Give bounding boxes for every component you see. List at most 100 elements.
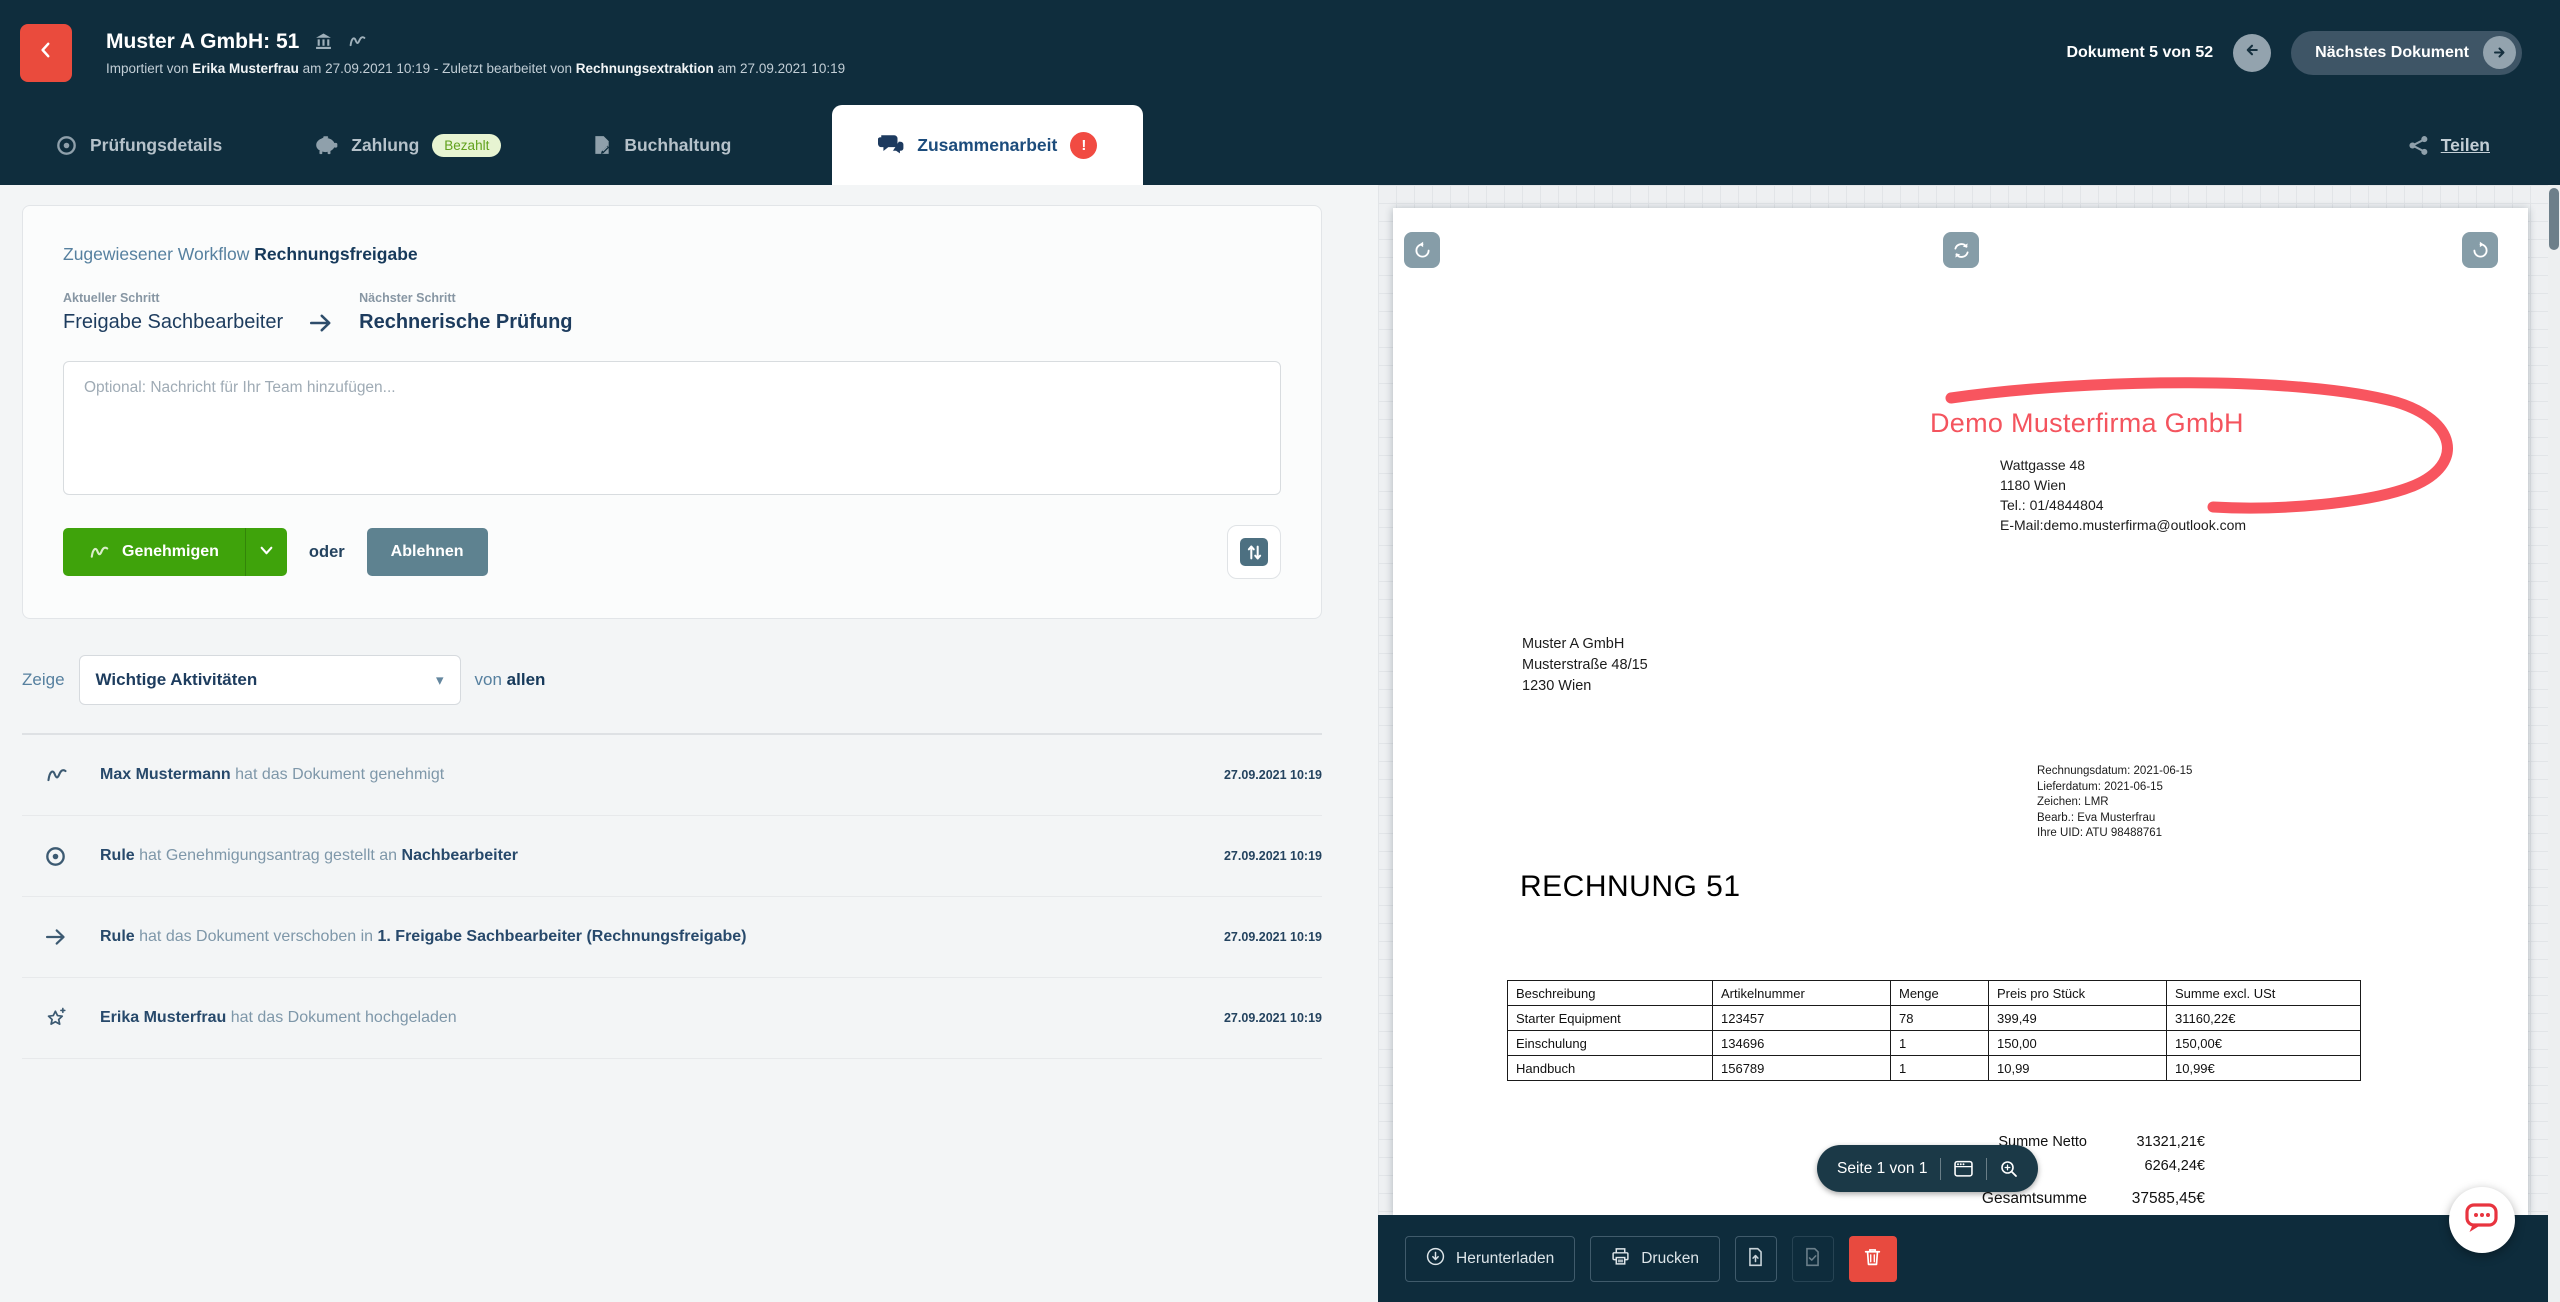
- top-header: Muster A GmbH: 51 Importiert von Erika M…: [0, 0, 2560, 105]
- trash-icon: [1863, 1247, 1882, 1270]
- assigned-workflow-line: Zugewiesener Workflow Rechnungsfreigabe: [63, 244, 1281, 265]
- support-chat-button[interactable]: [2449, 1187, 2515, 1253]
- table-row: Einschulung1346961150,00150,00€: [1508, 1031, 2361, 1056]
- table-header-row: Beschreibung Artikelnummer Menge Preis p…: [1508, 981, 2361, 1006]
- tab-zusammenarbeit[interactable]: Zusammenarbeit !: [832, 105, 1143, 185]
- thumbnails-icon[interactable]: [1954, 1160, 1973, 1178]
- show-label: Zeige: [22, 670, 65, 690]
- signature-icon[interactable]: [348, 33, 367, 50]
- document-check-icon: [1803, 1247, 1822, 1270]
- previous-document-button[interactable]: [2233, 34, 2271, 72]
- workflow-settings-button[interactable]: [1227, 525, 1281, 579]
- chevron-left-icon: [37, 41, 55, 64]
- activity-row: Max Mustermann hat das Dokument genehmig…: [22, 735, 1322, 816]
- scrollbar-thumb[interactable]: [2549, 188, 2559, 250]
- activity-text: Rule hat das Dokument verschoben in 1. F…: [100, 928, 747, 946]
- share-link[interactable]: Teilen: [2408, 105, 2560, 185]
- activity-date: 27.09.2021 10:19: [1224, 768, 1322, 782]
- share-icon: [2408, 135, 2429, 156]
- invoice-page: Demo Musterfirma GmbH Wattgasse 48 1180 …: [1393, 208, 2528, 1215]
- arrow-right-circle-icon: [2483, 36, 2516, 69]
- document-counter: Dokument 5 von 52: [2066, 44, 2213, 62]
- activity-date: 27.09.2021 10:19: [1224, 930, 1322, 944]
- collaboration-panel: Zugewiesener Workflow Rechnungsfreigabe …: [0, 185, 1378, 1302]
- approve-options-caret[interactable]: [245, 528, 287, 576]
- star-sparkle-icon: [22, 1007, 78, 1029]
- document-upload-icon: [1746, 1247, 1765, 1270]
- replace-document-button[interactable]: [1735, 1236, 1777, 1282]
- workflow-name: Rechnungsfreigabe: [254, 244, 417, 264]
- team-message-input[interactable]: [63, 361, 1281, 495]
- download-icon: [1426, 1247, 1445, 1271]
- chat-logo-icon: [2462, 1199, 2502, 1242]
- bank-icon[interactable]: [315, 33, 332, 50]
- table-row: Starter Equipment12345778399,4931160,22€: [1508, 1006, 2361, 1031]
- approve-button[interactable]: Genehmigen: [63, 528, 245, 576]
- page-indicator: Seite 1 von 1: [1837, 1160, 1927, 1178]
- activity-row: Rule hat das Dokument verschoben in 1. F…: [22, 897, 1322, 978]
- page-scrollbar[interactable]: [2548, 185, 2560, 1302]
- current-step-block: Aktueller Schritt Freigabe Sachbearbeite…: [63, 291, 283, 334]
- invoice-company-address: Wattgasse 48 1180 Wien Tel.: 01/4844804 …: [2000, 455, 2246, 535]
- table-row: Handbuch156789110,9910,99€: [1508, 1056, 2361, 1081]
- tab-buchhaltung[interactable]: Buchhaltung: [547, 105, 777, 185]
- delete-document-button[interactable]: [1849, 1236, 1897, 1282]
- rotate-counterclockwise-button[interactable]: [1404, 232, 1440, 268]
- review-eye-icon: [22, 846, 78, 867]
- activity-text: Max Mustermann hat das Dokument genehmig…: [100, 766, 444, 784]
- activity-text: Erika Musterfrau hat das Dokument hochge…: [100, 1009, 457, 1027]
- signature-icon: [22, 765, 78, 786]
- zoom-in-icon[interactable]: [2000, 1160, 2018, 1178]
- invoice-title: RECHNUNG 51: [1520, 870, 1741, 904]
- tab-pruefungsdetails[interactable]: Prüfungsdetails: [10, 105, 268, 185]
- activity-filter-row: Zeige Wichtige Aktivitäten ▾ von allen: [22, 655, 1322, 705]
- activity-row: Rule hat Genehmigungsantrag gestellt an …: [22, 816, 1322, 897]
- chevron-down-icon: [259, 543, 274, 561]
- piggy-bank-icon: [314, 135, 338, 155]
- approve-split-button: Genehmigen: [63, 528, 287, 576]
- arrow-right-icon: [309, 311, 333, 335]
- workflow-card: Zugewiesener Workflow Rechnungsfreigabe …: [22, 205, 1322, 619]
- chevron-down-icon: ▾: [436, 671, 444, 689]
- next-document-button[interactable]: Nächstes Dokument: [2291, 31, 2522, 75]
- printer-icon: [1611, 1247, 1630, 1271]
- invoice-meta: Rechnungsdatum: 2021-06-15 Lieferdatum: …: [2037, 764, 2192, 842]
- invoice-line-items-table: Beschreibung Artikelnummer Menge Preis p…: [1507, 980, 2361, 1081]
- scope-label: von allen: [475, 670, 546, 690]
- activity-date: 27.09.2021 10:19: [1224, 1011, 1322, 1025]
- document-viewer: Demo Musterfirma GmbH Wattgasse 48 1180 …: [1378, 185, 2548, 1302]
- document-meta-line: Importiert von Erika Musterfrau am 27.09…: [106, 61, 845, 76]
- activity-filter-select[interactable]: Wichtige Aktivitäten ▾: [79, 655, 461, 705]
- next-step-block: Nächster Schritt Rechnerische Prüfung: [359, 291, 572, 334]
- document-verify-button[interactable]: [1792, 1236, 1834, 1282]
- page-title: Muster A GmbH: 51: [106, 30, 299, 54]
- print-button[interactable]: Drucken: [1590, 1236, 1720, 1282]
- arrow-left-circle-icon: [2243, 41, 2261, 64]
- unread-alert-badge: !: [1070, 132, 1097, 159]
- or-label: oder: [309, 543, 345, 562]
- back-button[interactable]: [20, 24, 72, 82]
- viewer-toolbar: Herunterladen Drucken: [1378, 1215, 2548, 1302]
- reject-button[interactable]: Ablehnen: [367, 528, 488, 576]
- activity-row: Erika Musterfrau hat das Dokument hochge…: [22, 978, 1322, 1059]
- tab-zahlung[interactable]: Zahlung Bezahlt: [268, 105, 547, 185]
- invoice-company-name: Demo Musterfirma GmbH: [1930, 408, 2244, 439]
- current-step-value: Freigabe Sachbearbeiter: [63, 311, 283, 334]
- sliders-icon: [1240, 538, 1268, 566]
- review-eye-icon: [56, 135, 77, 156]
- next-step-value: Rechnerische Prüfung: [359, 311, 572, 334]
- rotate-sync-button[interactable]: [1943, 232, 1979, 268]
- chat-bubbles-icon: [878, 134, 904, 156]
- arrow-right-icon: [22, 926, 78, 948]
- page-navigation-pill: Seite 1 von 1: [1817, 1145, 2038, 1192]
- rotate-clockwise-button[interactable]: [2462, 232, 2498, 268]
- download-button[interactable]: Herunterladen: [1405, 1236, 1575, 1282]
- invoice-recipient: Muster A GmbH Musterstraße 48/15 1230 Wi…: [1522, 634, 1648, 697]
- paid-status-badge: Bezahlt: [432, 134, 501, 157]
- document-pen-icon: [593, 135, 611, 155]
- activity-date: 27.09.2021 10:19: [1224, 849, 1322, 863]
- tab-bar: Prüfungsdetails Zahlung Bezahlt Buchhalt…: [0, 105, 2560, 185]
- signature-icon: [89, 543, 110, 562]
- activity-text: Rule hat Genehmigungsantrag gestellt an …: [100, 847, 518, 865]
- total-grand-line: Gesamtsumme 37585,45€: [1793, 1190, 2205, 1208]
